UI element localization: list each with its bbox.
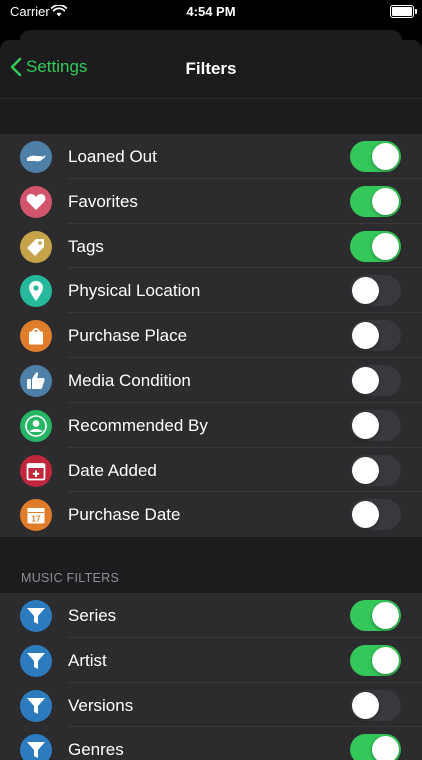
location-pin-icon (20, 275, 52, 308)
filter-label: Recommended By (68, 415, 208, 435)
filter-toggle[interactable] (350, 644, 401, 676)
filter-label: Date Added (68, 460, 157, 480)
filter-funnel-icon (20, 600, 52, 632)
filter-label: Series (68, 606, 117, 625)
tag-icon (20, 230, 52, 263)
calendar-add-icon (20, 454, 52, 487)
toggle-knob (372, 187, 399, 215)
svg-text:17: 17 (32, 515, 41, 524)
filter-toggle[interactable] (350, 185, 401, 217)
toggle-knob (372, 143, 399, 170)
filter-label: Genres (68, 740, 124, 760)
general-filters-group: Loaned Out Favorites Tags Physical Location… (0, 134, 422, 538)
filter-funnel-icon (20, 689, 52, 722)
filter-toggle[interactable] (350, 689, 401, 721)
toggle-knob (352, 322, 379, 350)
filter-row: Artist (0, 638, 422, 683)
filter-toggle[interactable] (350, 275, 401, 307)
filter-toggle[interactable] (350, 454, 401, 486)
page-title: Filters (185, 59, 237, 78)
filter-row: Tags (0, 224, 422, 269)
status-bar: Carrier 4:54 PM (0, 0, 422, 24)
filter-funnel-icon (20, 734, 52, 760)
filter-toggle[interactable] (350, 320, 401, 352)
calendar-icon: 17 (20, 499, 52, 532)
filter-row: Recommended By (0, 403, 422, 448)
toggle-knob (372, 646, 399, 674)
person-icon (20, 409, 52, 442)
filter-label: Purchase Place (68, 326, 188, 346)
filter-toggle[interactable] (350, 364, 401, 396)
filter-toggle[interactable] (350, 734, 401, 760)
filter-row: Favorites (0, 179, 422, 224)
filter-row: Genres (0, 727, 422, 760)
filters-sheet: Settings Filters Loaned Out Favorites Tags… (0, 40, 422, 760)
filter-toggle[interactable] (350, 600, 401, 631)
filter-row: Versions (0, 683, 422, 728)
filter-funnel-icon (20, 644, 52, 677)
thumbs-up-icon (20, 364, 52, 397)
toggle-knob (372, 602, 399, 629)
filter-label: Versions (68, 695, 134, 715)
filter-toggle[interactable] (350, 409, 401, 441)
filter-label: Purchase Date (68, 505, 181, 525)
filter-label: Favorites (68, 191, 138, 211)
music-filters-header: MUSIC FILTERS (21, 571, 120, 585)
filter-row: Date Added (0, 448, 422, 493)
filter-label: Physical Location (68, 281, 201, 301)
toggle-knob (352, 411, 379, 439)
filter-row: Purchase Place (0, 313, 422, 358)
battery-icon (390, 5, 417, 18)
filter-toggle[interactable] (350, 499, 401, 531)
toggle-knob (372, 232, 399, 260)
toggle-knob (352, 691, 379, 719)
filter-label: Artist (68, 650, 107, 670)
navigation-bar: Settings Filters (0, 40, 422, 99)
filter-row: Physical Location (0, 268, 422, 314)
filter-row: Loaned Out (0, 134, 422, 179)
heart-icon (20, 185, 52, 218)
toggle-knob (352, 277, 379, 305)
shopping-bag-icon (20, 320, 52, 353)
toggle-knob (372, 736, 399, 760)
music-filters-group: Series Artist Versions Genres (0, 593, 422, 760)
filter-label: Loaned Out (68, 147, 157, 166)
toggle-knob (352, 456, 379, 484)
hand-icon (20, 141, 52, 173)
filter-label: Media Condition (68, 370, 191, 390)
filter-row: Series (0, 593, 422, 638)
toggle-knob (352, 366, 379, 394)
filter-row: 17 Purchase Date (0, 492, 422, 537)
filter-toggle[interactable] (350, 141, 401, 172)
clock: 4:54 PM (186, 4, 236, 19)
filter-label: Tags (68, 236, 104, 256)
toggle-knob (352, 501, 379, 529)
filter-row: Media Condition (0, 358, 422, 403)
filter-toggle[interactable] (350, 230, 401, 262)
